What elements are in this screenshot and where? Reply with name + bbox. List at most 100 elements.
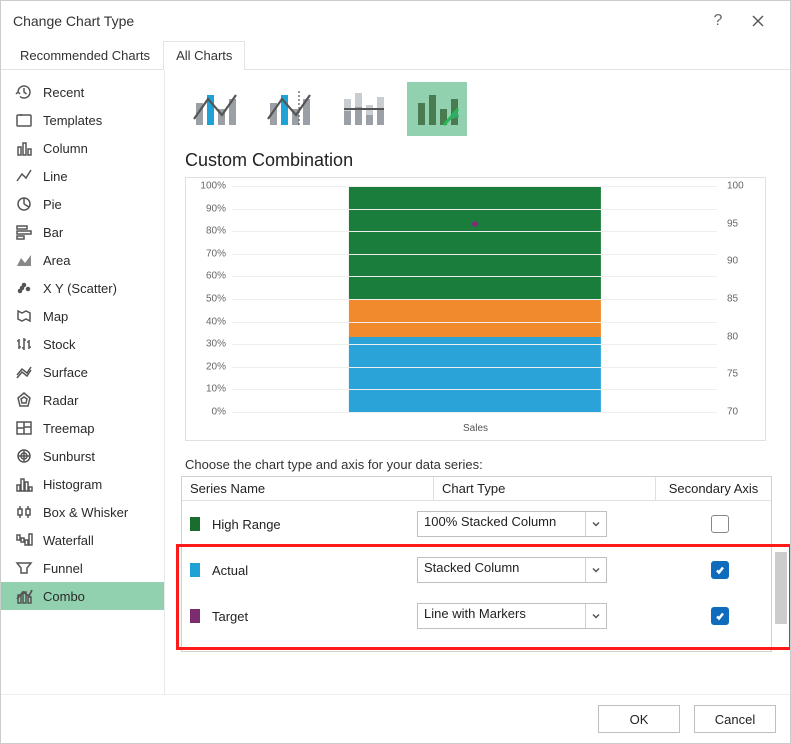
histogram-icon (15, 475, 33, 493)
sidebar-item-label: Sunburst (43, 449, 95, 464)
help-button[interactable]: ? (698, 1, 738, 41)
ok-button[interactable]: OK (598, 705, 680, 733)
sidebar-item-label: Column (43, 141, 88, 156)
series-row-target: TargetLine with Markers (182, 593, 771, 639)
surface-icon (15, 363, 33, 381)
sidebar-item-label: Radar (43, 393, 78, 408)
sidebar-item-waterfall[interactable]: Waterfall (1, 526, 164, 554)
chart-type-value: Line with Markers (418, 604, 585, 628)
series-row-high-range: High Range100% Stacked Column (182, 501, 771, 547)
sidebar-item-label: Waterfall (43, 533, 94, 548)
sidebar-item-label: Box & Whisker (43, 505, 128, 520)
combo-subtype-row (181, 82, 786, 142)
series-name: High Range (212, 517, 417, 532)
chevron-down-icon (585, 558, 606, 582)
series-name: Actual (212, 563, 417, 578)
sidebar-item-surface[interactable]: Surface (1, 358, 164, 386)
waterfall-icon (15, 531, 33, 549)
sidebar-item-label: Map (43, 309, 68, 324)
chevron-down-icon (585, 512, 606, 536)
sidebar-item-recent[interactable]: Recent (1, 78, 164, 106)
series-name: Target (212, 609, 417, 624)
series-row-actual: ActualStacked Column (182, 547, 771, 593)
sidebar-item-bar[interactable]: Bar (1, 218, 164, 246)
sidebar-item-column[interactable]: Column (1, 134, 164, 162)
chevron-down-icon (585, 604, 606, 628)
sidebar-item-label: Bar (43, 225, 63, 240)
bar-icon (15, 223, 33, 241)
sidebar-item-label: Area (43, 253, 70, 268)
line-icon (15, 167, 33, 185)
chart-preview: 0%10%20%30%40%50%60%70%80%90%100% 707580… (185, 177, 766, 441)
dialog-title: Change Chart Type (13, 13, 134, 29)
tab-all-charts[interactable]: All Charts (163, 41, 245, 69)
area-icon (15, 251, 33, 269)
recent-icon (15, 83, 33, 101)
sidebar-item-pie[interactable]: Pie (1, 190, 164, 218)
combo-subtype-4-custom[interactable] (407, 82, 467, 136)
series-swatch (190, 517, 200, 531)
sidebar-item-map[interactable]: Map (1, 302, 164, 330)
map-icon (15, 307, 33, 325)
cancel-button[interactable]: Cancel (694, 705, 776, 733)
chart-type-dropdown[interactable]: Line with Markers (417, 603, 607, 629)
treemap-icon (15, 419, 33, 437)
radar-icon (15, 391, 33, 409)
scatter-icon (15, 279, 33, 297)
sidebar-item-histogram[interactable]: Histogram (1, 470, 164, 498)
sidebar-item-radar[interactable]: Radar (1, 386, 164, 414)
chart-type-value: Stacked Column (418, 558, 585, 582)
series-grid: Series Name Chart Type Secondary Axis Hi… (181, 476, 772, 652)
combo-icon (15, 587, 33, 605)
sunburst-icon (15, 447, 33, 465)
sidebar-item-label: Combo (43, 589, 85, 604)
tab-strip: Recommended Charts All Charts (1, 41, 790, 70)
pie-icon (15, 195, 33, 213)
sidebar-item-templates[interactable]: Templates (1, 106, 164, 134)
funnel-icon (15, 559, 33, 577)
col-secondary: Secondary Axis (656, 477, 771, 500)
sidebar-item-label: Funnel (43, 561, 83, 576)
stock-icon (15, 335, 33, 353)
sidebar-item-label: Treemap (43, 421, 95, 436)
close-button[interactable] (738, 1, 778, 41)
sidebar-item-stock[interactable]: Stock (1, 330, 164, 358)
templates-icon (15, 111, 33, 129)
sidebar-item-combo[interactable]: Combo (1, 582, 164, 610)
sidebar-item-area[interactable]: Area (1, 246, 164, 274)
sidebar-item-scatter[interactable]: X Y (Scatter) (1, 274, 164, 302)
col-series-name: Series Name (182, 477, 434, 500)
secondary-axis-checkbox[interactable] (711, 561, 729, 579)
sidebar-item-label: Surface (43, 365, 88, 380)
combo-subtype-2[interactable] (259, 82, 319, 136)
col-chart-type: Chart Type (434, 477, 656, 500)
column-icon (15, 139, 33, 157)
sidebar-item-label: Pie (43, 197, 62, 212)
series-instruction: Choose the chart type and axis for your … (185, 457, 786, 472)
sidebar-item-label: Stock (43, 337, 76, 352)
chart-type-dropdown[interactable]: Stacked Column (417, 557, 607, 583)
chart-type-value: 100% Stacked Column (418, 512, 585, 536)
sidebar-item-label: Templates (43, 113, 102, 128)
combo-subtype-3[interactable] (333, 82, 393, 136)
box-icon (15, 503, 33, 521)
chart-x-label: Sales (186, 423, 765, 434)
series-swatch (190, 563, 200, 577)
sidebar-item-box[interactable]: Box & Whisker (1, 498, 164, 526)
chart-type-dropdown[interactable]: 100% Stacked Column (417, 511, 607, 537)
combo-subtype-1[interactable] (185, 82, 245, 136)
tab-recommended[interactable]: Recommended Charts (7, 41, 163, 69)
sidebar-item-sunburst[interactable]: Sunburst (1, 442, 164, 470)
sidebar-item-label: X Y (Scatter) (43, 281, 117, 296)
sidebar-item-funnel[interactable]: Funnel (1, 554, 164, 582)
section-title: Custom Combination (185, 150, 786, 171)
secondary-axis-checkbox[interactable] (711, 515, 729, 533)
sidebar-item-line[interactable]: Line (1, 162, 164, 190)
sidebar-item-treemap[interactable]: Treemap (1, 414, 164, 442)
secondary-axis-checkbox[interactable] (711, 607, 729, 625)
sidebar-item-label: Line (43, 169, 68, 184)
chart-category-list: Recent Templates Column Line Pie Bar Area X Y (… (1, 70, 165, 694)
sidebar-item-label: Histogram (43, 477, 102, 492)
series-scrollbar[interactable] (775, 502, 787, 652)
sidebar-item-label: Recent (43, 85, 84, 100)
